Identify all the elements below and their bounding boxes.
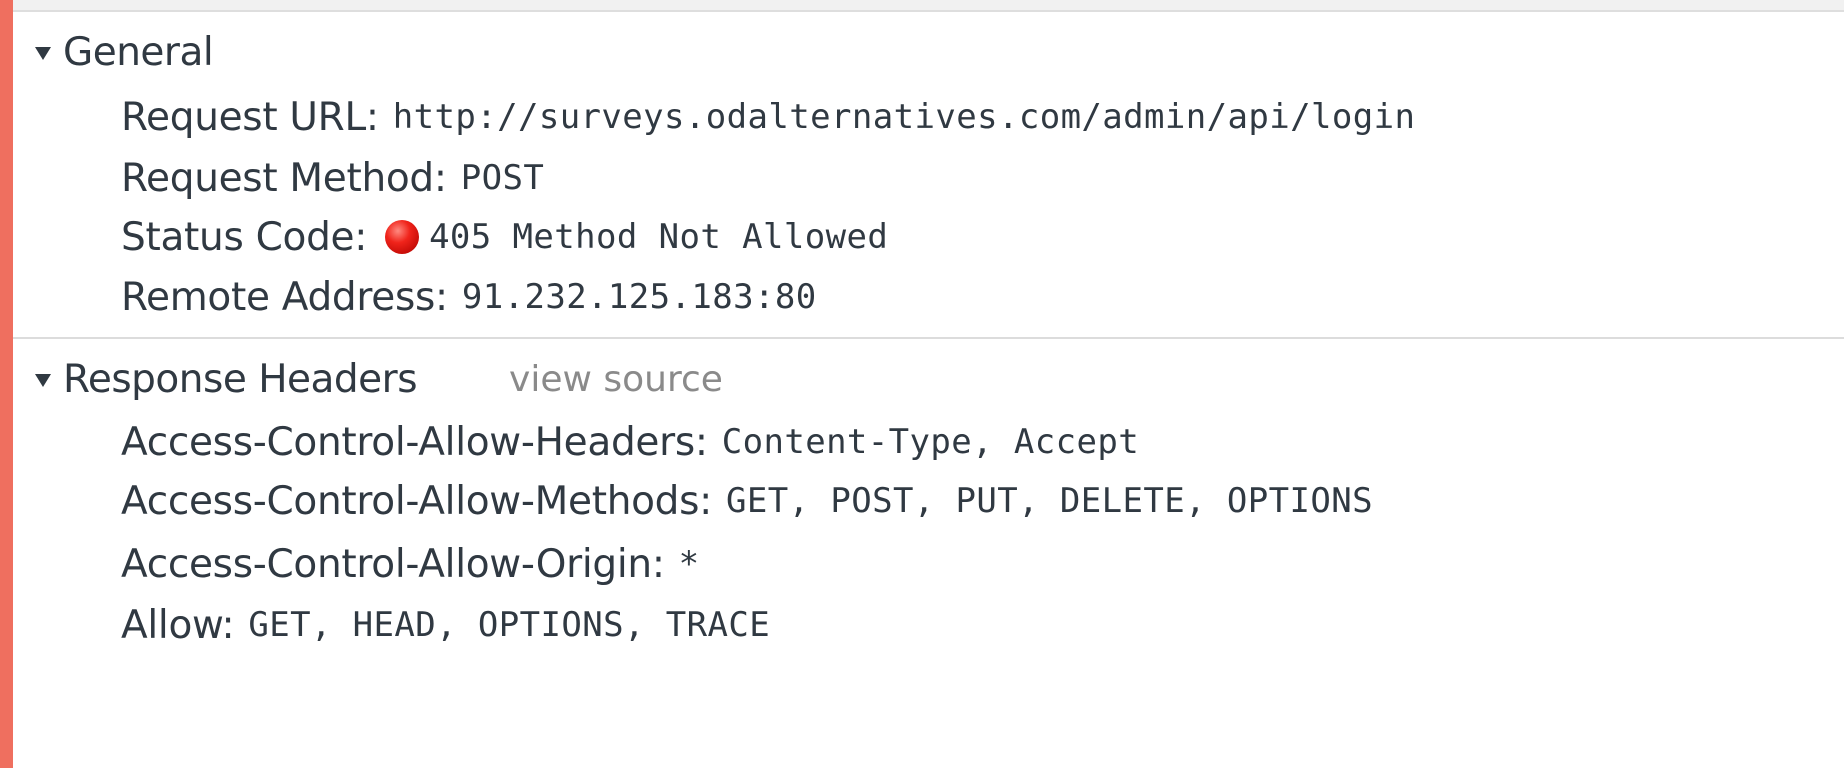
header-value: POST — [460, 158, 545, 198]
header-key: Access-Control-Allow-Methods: — [121, 478, 712, 524]
response-row-allow: Allow: GET, HEAD, OPTIONS, TRACE — [121, 594, 770, 656]
triangle-down-icon[interactable] — [35, 373, 51, 387]
triangle-down-icon[interactable] — [35, 46, 51, 60]
general-row-request-method: Request Method: POST — [121, 147, 544, 209]
devtools-headers-panel: General Request URL: http://surveys.odal… — [13, 0, 1844, 768]
response-headers-section-title: Response Headers — [63, 356, 418, 402]
general-row-remote-address: Remote Address: 91.232.125.183:80 — [121, 266, 817, 328]
general-row-status-code: Status Code: 405 Method Not Allowed — [121, 206, 888, 268]
header-value: 91.232.125.183:80 — [461, 277, 817, 317]
header-value: * — [678, 544, 700, 584]
header-key: Request Method: — [121, 155, 447, 201]
header-key: Access-Control-Allow-Origin: — [121, 541, 665, 587]
response-row-allow-headers: Access-Control-Allow-Headers: Content-Ty… — [121, 411, 1139, 473]
header-key: Access-Control-Allow-Headers: — [121, 419, 708, 465]
general-section-header[interactable]: General — [35, 21, 214, 83]
header-value: GET, HEAD, OPTIONS, TRACE — [248, 605, 771, 645]
header-key: Remote Address: — [121, 274, 448, 320]
header-value: GET, POST, PUT, DELETE, OPTIONS — [725, 481, 1373, 521]
view-source-link[interactable]: view source — [509, 359, 723, 400]
section-divider — [13, 337, 1844, 339]
header-key: Allow: — [121, 602, 235, 648]
header-key: Status Code: — [121, 214, 368, 260]
general-section-title: General — [63, 29, 214, 75]
red-dot-icon — [385, 220, 420, 254]
general-row-request-url: Request URL: http://surveys.odalternativ… — [121, 86, 1415, 148]
panel-top-edge — [13, 0, 1844, 12]
status-value: 405 Method Not Allowed — [429, 217, 889, 257]
header-value: http://surveys.odalternatives.com/admin/… — [392, 97, 1416, 137]
response-headers-section-header[interactable]: Response Headers view source — [35, 348, 723, 410]
response-row-allow-origin: Access-Control-Allow-Origin: * — [121, 533, 700, 595]
header-value: Content-Type, Accept — [721, 422, 1140, 462]
response-row-allow-methods: Access-Control-Allow-Methods: GET, POST,… — [121, 470, 1373, 532]
header-key: Request URL: — [121, 94, 379, 140]
